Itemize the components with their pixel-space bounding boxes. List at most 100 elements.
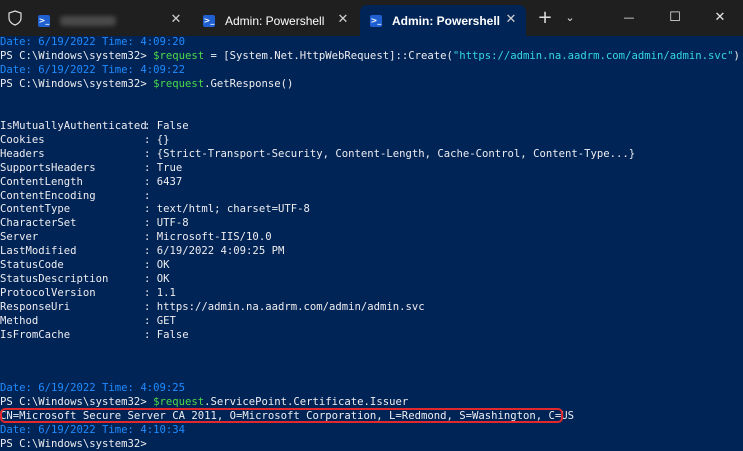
property-row: IsFromCache: False bbox=[0, 328, 189, 342]
property-name: ResponseUri bbox=[0, 300, 71, 313]
shield-icon bbox=[4, 7, 26, 29]
command-line: PS C:\Windows\system32> $request = [Syst… bbox=[0, 49, 740, 63]
property-name: StatusCode bbox=[0, 259, 64, 271]
property-value: OK bbox=[156, 259, 170, 271]
property-value: text/html; charset=UTF-8 bbox=[156, 203, 310, 216]
variable: $request bbox=[153, 50, 205, 62]
property-separator: : bbox=[144, 231, 157, 244]
property-value: UTF-8 bbox=[156, 217, 189, 230]
date-stamp: Date: 6/19/2022 Time: 4:09:22 bbox=[0, 64, 185, 76]
property-row: IsMutuallyAuthenticated: False bbox=[0, 119, 189, 133]
new-tab-button[interactable]: + bbox=[535, 8, 555, 28]
property-name: IsFromCache bbox=[0, 328, 71, 341]
tab-2[interactable]: >_ Admin: Powershell ✕ bbox=[193, 5, 358, 36]
property-separator: : bbox=[144, 217, 157, 230]
property-name: CharacterSet bbox=[0, 217, 77, 230]
powershell-icon: >_ bbox=[38, 14, 50, 27]
variable: $request bbox=[153, 396, 205, 408]
prompt: PS C:\Windows\system32> bbox=[0, 50, 154, 62]
property-value: 6/19/2022 4:09:25 PM bbox=[156, 245, 285, 258]
property-separator: : bbox=[144, 314, 157, 327]
property-value: False bbox=[156, 328, 189, 341]
property-value: https://admin.na.aadrm.com/admin/admin.s… bbox=[156, 300, 425, 313]
property-separator: : bbox=[144, 328, 157, 341]
property-value: False bbox=[156, 120, 189, 132]
prompt: PS C:\Windows\system32> bbox=[0, 396, 154, 408]
property-value: 1.1 bbox=[156, 286, 176, 299]
property-separator: : bbox=[144, 175, 157, 188]
tab-1[interactable]: >_ ✕ bbox=[28, 5, 191, 36]
property-separator: : bbox=[144, 189, 157, 202]
tab-3-active[interactable]: >_ Admin: Powershell ✕ bbox=[360, 5, 526, 36]
property-separator: : bbox=[144, 245, 157, 258]
property-row: ContentType: text/html; charset=UTF-8 bbox=[0, 202, 310, 216]
minimize-button[interactable]: — bbox=[606, 4, 652, 32]
property-name: SupportsHeaders bbox=[0, 161, 96, 174]
scrollbar[interactable] bbox=[737, 36, 741, 451]
property-row: SupportsHeaders: True bbox=[0, 161, 182, 175]
property-value: {} bbox=[156, 133, 170, 146]
powershell-icon: >_ bbox=[370, 14, 382, 27]
property-row: ContentEncoding: bbox=[0, 189, 157, 203]
command-text: .GetResponse() bbox=[204, 78, 294, 90]
property-name: LastModified bbox=[0, 245, 77, 258]
property-separator: : bbox=[144, 300, 157, 313]
property-name: IsMutuallyAuthenticated bbox=[0, 120, 147, 132]
property-separator: : bbox=[144, 120, 157, 132]
powershell-icon: >_ bbox=[203, 14, 215, 27]
property-name: Server bbox=[0, 231, 39, 244]
tab-close-button[interactable]: ✕ bbox=[504, 13, 518, 27]
property-row: Headers: {Strict-Transport-Security, Con… bbox=[0, 147, 635, 161]
property-row: Method: GET bbox=[0, 314, 176, 328]
command-line: PS C:\Windows\system32> $request.GetResp… bbox=[0, 77, 293, 91]
terminal-output[interactable]: Date: 6/19/2022 Time: 4:09:20 PS C:\Wind… bbox=[0, 36, 743, 451]
string-literal: "https://admin.na.aadrm.com/admin/admin.… bbox=[452, 50, 734, 62]
property-row: ResponseUri: https://admin.na.aadrm.com/… bbox=[0, 300, 425, 314]
date-stamp: Date: 6/19/2022 Time: 4:09:25 bbox=[0, 382, 185, 394]
command-text: = [System.Net.HttpWebRequest]::Create( bbox=[204, 50, 453, 62]
tab-close-button[interactable]: ✕ bbox=[169, 13, 183, 27]
property-row: StatusDescription: OK bbox=[0, 272, 170, 286]
property-separator: : bbox=[144, 161, 157, 174]
property-row: Cookies: {} bbox=[0, 133, 170, 147]
property-separator: : bbox=[144, 272, 157, 285]
property-row: ContentLength: 6437 bbox=[0, 175, 182, 189]
prompt: PS C:\Windows\system32> bbox=[0, 438, 154, 450]
property-row: CharacterSet: UTF-8 bbox=[0, 216, 189, 230]
property-name: ContentEncoding bbox=[0, 189, 96, 202]
tab-dropdown-button[interactable]: ⌄ bbox=[560, 8, 580, 28]
property-value: 6437 bbox=[156, 175, 183, 188]
property-row: LastModified: 6/19/2022 4:09:25 PM bbox=[0, 244, 284, 258]
property-separator: : bbox=[144, 286, 157, 299]
property-name: StatusDescription bbox=[0, 272, 109, 285]
date-stamp: Date: 6/19/2022 Time: 4:10:34 bbox=[0, 424, 185, 436]
variable: $request bbox=[153, 78, 205, 90]
property-value: Microsoft-IIS/10.0 bbox=[156, 231, 272, 244]
command-line: PS C:\Windows\system32> $request.Service… bbox=[0, 395, 408, 409]
title-bar: >_ ✕ >_ Admin: Powershell ✕ >_ Admin: Po… bbox=[0, 0, 743, 36]
property-value: {Strict-Transport-Security, Content-Leng… bbox=[156, 147, 636, 160]
close-window-button[interactable]: ✕ bbox=[697, 4, 743, 32]
property-value: True bbox=[156, 161, 183, 174]
property-name: Headers bbox=[0, 147, 45, 160]
property-separator: : bbox=[144, 147, 157, 160]
property-row: Server: Microsoft-IIS/10.0 bbox=[0, 230, 272, 244]
property-row: StatusCode: OK bbox=[0, 258, 170, 272]
command-line: PS C:\Windows\system32> bbox=[0, 437, 153, 451]
property-separator: : bbox=[144, 259, 157, 271]
property-name: ProtocolVersion bbox=[0, 286, 96, 299]
tab-label: Admin: Powershell bbox=[225, 13, 325, 28]
property-name: Method bbox=[0, 314, 39, 327]
property-name: ContentLength bbox=[0, 175, 83, 188]
property-value: OK bbox=[156, 272, 170, 285]
tab-label: Admin: Powershell bbox=[392, 13, 501, 28]
property-separator: : bbox=[144, 133, 157, 146]
date-stamp: Date: 6/19/2022 Time: 4:09:20 bbox=[0, 36, 185, 48]
command-text: .ServicePoint.Certificate.Issuer bbox=[204, 396, 409, 408]
property-row: ProtocolVersion: 1.1 bbox=[0, 286, 176, 300]
property-name: ContentType bbox=[0, 203, 71, 216]
property-name: Cookies bbox=[0, 133, 45, 146]
maximize-button[interactable]: ☐ bbox=[652, 4, 698, 32]
highlight-box bbox=[0, 408, 563, 423]
tab-close-button[interactable]: ✕ bbox=[336, 13, 350, 27]
